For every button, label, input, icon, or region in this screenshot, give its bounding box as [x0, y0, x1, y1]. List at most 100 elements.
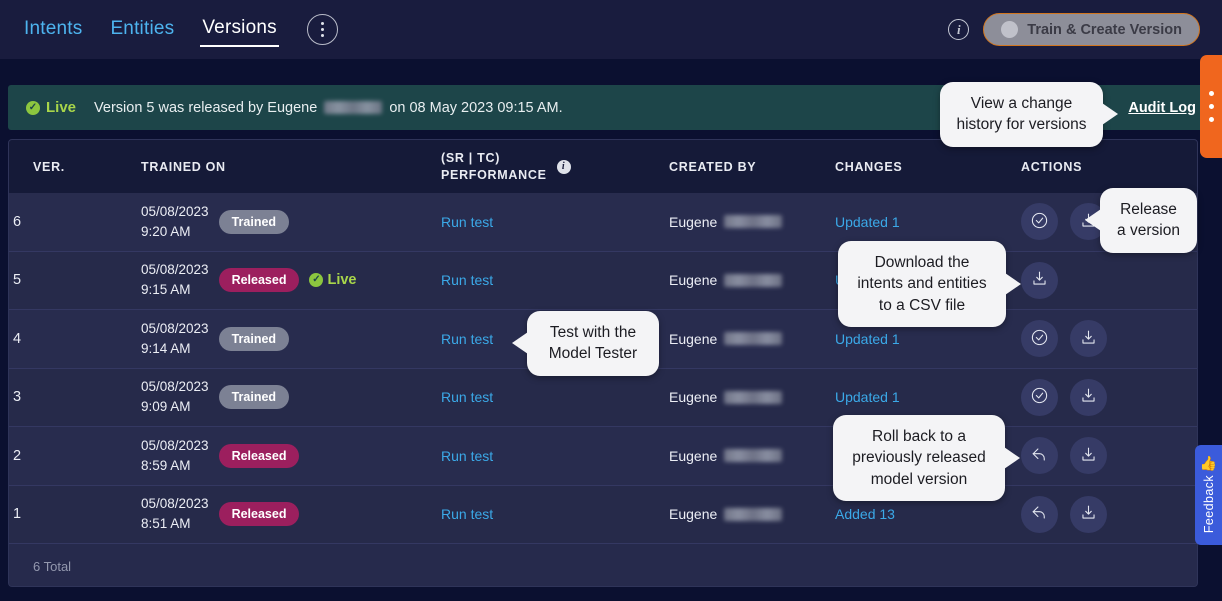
- run-test-link[interactable]: Run test: [441, 214, 493, 230]
- tab-versions[interactable]: Versions: [200, 13, 279, 47]
- download-icon: [1079, 503, 1098, 525]
- trained-on-timestamp: 05/08/2023 9:20 AM: [141, 202, 209, 243]
- live-label: Live: [327, 272, 357, 289]
- callout-release-version: Release a version: [1085, 188, 1197, 253]
- callout-audit-log-text: View a change history for versions: [956, 95, 1087, 134]
- kebab-dot: [1208, 104, 1214, 109]
- callout-rollback-text: Roll back to a previously released model…: [852, 428, 986, 488]
- callout-model-tester-text: Test with the Model Tester: [548, 324, 638, 363]
- kebab-dot: [1208, 117, 1214, 122]
- table-header-row: VER. TRAINED ON (SR | TC) PERFORMANCE i …: [9, 140, 1197, 193]
- download-csv-button[interactable]: [1070, 495, 1107, 533]
- status-badge: Trained: [218, 326, 290, 351]
- brain-icon: [1001, 21, 1019, 38]
- table-row: 6 05/08/2023 9:20 AM Trained Run test Eugene U…: [9, 193, 1197, 252]
- table-footer: 6 Total: [9, 544, 1197, 586]
- download-icon: [1079, 445, 1098, 467]
- feedback-tab-label: Feedback: [1201, 475, 1216, 534]
- column-header-trained-on: TRAINED ON: [141, 159, 226, 174]
- download-icon: [1030, 269, 1049, 291]
- redacted-last-name: [724, 273, 783, 287]
- banner-live-label: Live: [46, 99, 77, 116]
- feedback-tab[interactable]: 👍 Feedback: [1195, 445, 1222, 545]
- rollback-version-button[interactable]: [1021, 437, 1058, 475]
- trained-on-time: 8:51 AM: [141, 516, 191, 532]
- column-header-actions: ACTIONS: [1021, 159, 1083, 174]
- created-by-value: Eugene: [669, 272, 783, 289]
- check-circle-icon: [1030, 211, 1049, 233]
- tab-entities[interactable]: Entities: [108, 14, 176, 46]
- redacted-last-name: [324, 101, 383, 114]
- trained-on-timestamp: 05/08/2023 8:51 AM: [141, 494, 209, 535]
- performance-info-icon[interactable]: i: [556, 159, 571, 174]
- run-test-link[interactable]: Run test: [441, 389, 493, 405]
- top-nav-actions: i Train & Create Version: [948, 13, 1222, 46]
- callout-download-csv-text: Download the intents and entities to a C…: [857, 254, 987, 314]
- rollback-arrow-icon: [1030, 445, 1049, 467]
- column-header-created-by: CREATED BY: [669, 159, 757, 174]
- kebab-vertical-icon[interactable]: [306, 14, 338, 45]
- check-circle-icon: ✓: [26, 100, 40, 115]
- trained-on-time: 9:14 AM: [141, 340, 191, 356]
- release-version-button[interactable]: [1021, 378, 1058, 416]
- rollback-arrow-icon: [1030, 503, 1049, 525]
- trained-on-date: 05/08/2023: [141, 379, 209, 394]
- redacted-last-name: [724, 507, 783, 521]
- column-header-changes: CHANGES: [835, 159, 903, 174]
- release-version-button[interactable]: [1021, 203, 1058, 241]
- trained-on-timestamp: 05/08/2023 8:59 AM: [141, 436, 209, 477]
- trained-on-date: 05/08/2023: [141, 203, 209, 219]
- kebab-dot: [320, 27, 324, 32]
- status-badge: Released: [218, 443, 300, 468]
- banner-status: ✓ Live: [26, 99, 76, 116]
- download-csv-button[interactable]: [1070, 320, 1107, 358]
- callout-tail: [1004, 447, 1020, 470]
- train-and-create-version-button[interactable]: Train & Create Version: [983, 13, 1200, 46]
- version-number: 2: [13, 447, 22, 464]
- run-test-link[interactable]: Run test: [441, 331, 493, 347]
- created-by-first-name: Eugene: [669, 330, 718, 347]
- total-count-label: 6 Total: [33, 558, 72, 574]
- run-test-link[interactable]: Run test: [441, 506, 493, 522]
- trained-on-time: 8:59 AM: [141, 457, 191, 473]
- kebab-dot: [1208, 91, 1214, 96]
- trained-on-date: 05/08/2023: [141, 496, 209, 511]
- download-csv-button[interactable]: [1070, 378, 1107, 416]
- tab-intents[interactable]: Intents: [22, 14, 84, 46]
- download-icon: [1079, 386, 1098, 408]
- trained-on-time: 9:15 AM: [141, 282, 191, 298]
- version-number: 3: [13, 389, 22, 406]
- top-navigation-bar: Intents Entities Versions i Train & Crea…: [0, 0, 1222, 59]
- check-circle-icon: [1030, 328, 1049, 350]
- status-badge: Trained: [218, 385, 290, 410]
- performance-line-2: PERFORMANCE: [441, 167, 547, 182]
- side-panel-handle[interactable]: [1200, 55, 1222, 158]
- changes-link[interactable]: Updated 1: [835, 214, 900, 230]
- nav-tab-list: Intents Entities Versions: [0, 13, 338, 47]
- run-test-link[interactable]: Run test: [441, 272, 493, 288]
- trained-on-timestamp: 05/08/2023 9:09 AM: [141, 377, 209, 418]
- row-actions: [1017, 320, 1197, 358]
- row-actions: [1017, 261, 1197, 299]
- callout-download-csv: Download the intents and entities to a C…: [838, 241, 1021, 328]
- download-csv-button[interactable]: [1070, 437, 1107, 475]
- changes-link[interactable]: Added 13: [835, 506, 895, 522]
- download-csv-button[interactable]: [1021, 261, 1058, 299]
- table-row: 3 05/08/2023 9:09 AM Trained Run test Eugene U…: [9, 368, 1197, 427]
- changes-link[interactable]: Updated 1: [835, 389, 900, 405]
- check-circle-icon: ✓: [309, 273, 324, 288]
- status-badge: Trained: [218, 209, 290, 234]
- changes-link[interactable]: Updated 1: [835, 331, 900, 347]
- callout-tail: [512, 332, 528, 355]
- release-version-button[interactable]: [1021, 320, 1058, 358]
- redacted-last-name: [724, 449, 783, 463]
- created-by-value: Eugene: [669, 389, 783, 405]
- version-number: 1: [13, 506, 22, 523]
- info-icon[interactable]: i: [948, 19, 970, 40]
- rollback-version-button[interactable]: [1021, 495, 1058, 533]
- audit-log-link[interactable]: Audit Log: [1128, 100, 1196, 116]
- created-by-first-name: Eugene: [669, 272, 718, 289]
- kebab-dot: [320, 21, 324, 25]
- run-test-link[interactable]: Run test: [441, 448, 493, 464]
- trained-on-date: 05/08/2023: [141, 262, 209, 277]
